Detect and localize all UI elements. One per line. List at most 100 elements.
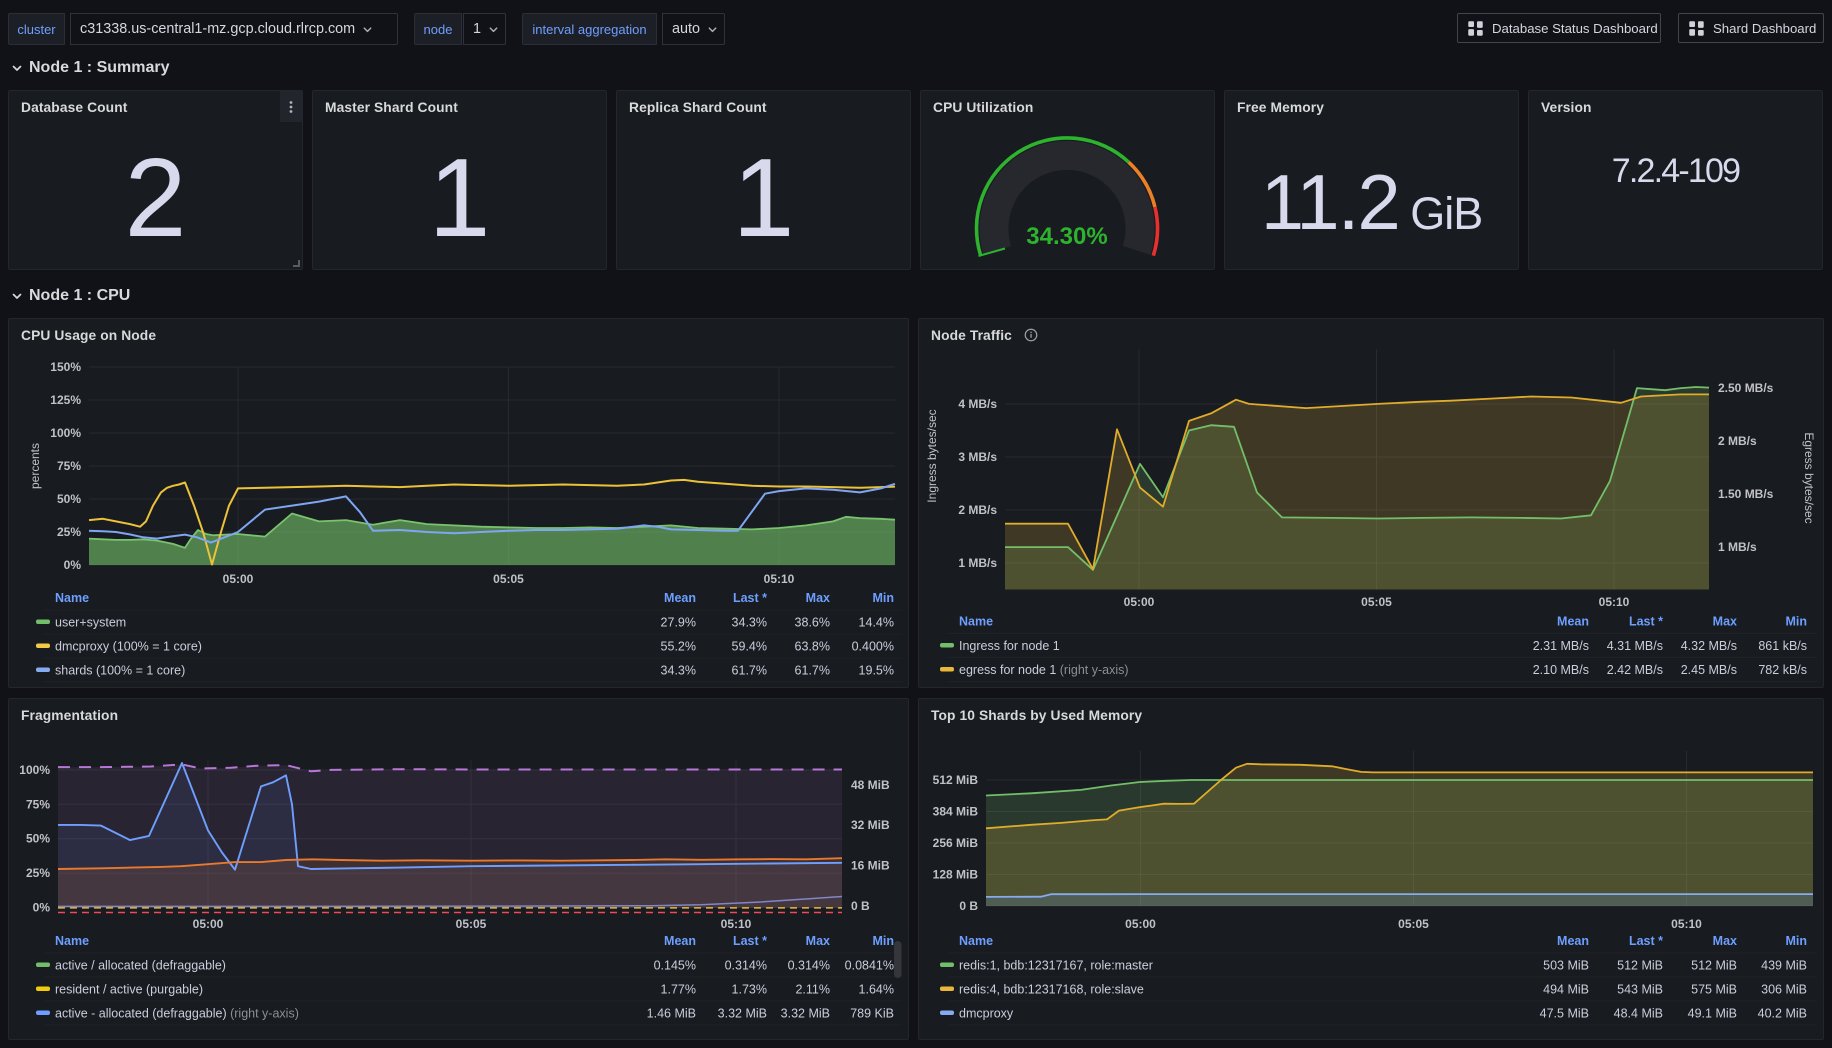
svg-text:0.0841%: 0.0841% <box>845 959 894 973</box>
svg-text:14.4%: 14.4% <box>859 616 894 630</box>
svg-text:61.7%: 61.7% <box>795 664 830 678</box>
svg-text:503 MiB: 503 MiB <box>1543 959 1589 973</box>
svg-text:4.32 MB/s: 4.32 MB/s <box>1681 639 1737 653</box>
svg-text:active - allocated (defraggabl: active - allocated (defraggable) (right … <box>55 1007 299 1021</box>
svg-text:61.7%: 61.7% <box>732 664 767 678</box>
svg-text:Max: Max <box>1713 615 1737 629</box>
svg-text:1.64%: 1.64% <box>859 983 894 997</box>
svg-text:05:00: 05:00 <box>1124 595 1155 609</box>
svg-text:125%: 125% <box>50 393 81 407</box>
svg-text:439 MiB: 439 MiB <box>1761 959 1807 973</box>
svg-text:27.9%: 27.9% <box>661 616 696 630</box>
svg-text:1 MB/s: 1 MB/s <box>958 556 997 570</box>
svg-text:1.73%: 1.73% <box>732 983 767 997</box>
svg-text:dmcproxy (100% = 1 core): dmcproxy (100% = 1 core) <box>55 640 202 654</box>
svg-text:dmcproxy: dmcproxy <box>959 1007 1014 1021</box>
svg-text:75%: 75% <box>26 797 50 811</box>
svg-text:1 MB/s: 1 MB/s <box>1718 540 1757 554</box>
svg-text:05:10: 05:10 <box>721 917 752 931</box>
svg-text:Mean: Mean <box>1557 934 1589 948</box>
svg-text:1.50 MB/s: 1.50 MB/s <box>1718 487 1774 501</box>
svg-text:Mean: Mean <box>664 591 696 605</box>
svg-text:575 MiB: 575 MiB <box>1691 983 1737 997</box>
svg-text:48.4 MiB: 48.4 MiB <box>1614 1007 1663 1021</box>
svg-text:05:05: 05:05 <box>1398 917 1429 931</box>
svg-text:05:00: 05:00 <box>193 917 224 931</box>
svg-text:Mean: Mean <box>1557 615 1589 629</box>
svg-text:percents: percents <box>28 443 42 489</box>
svg-text:150%: 150% <box>50 360 81 374</box>
svg-text:32 MiB: 32 MiB <box>851 818 890 832</box>
svg-text:0.314%: 0.314% <box>725 959 767 973</box>
svg-text:34.3%: 34.3% <box>661 664 696 678</box>
svg-text:782 kB/s: 782 kB/s <box>1758 663 1807 677</box>
svg-text:512 MiB: 512 MiB <box>1617 959 1663 973</box>
svg-text:38.6%: 38.6% <box>795 616 830 630</box>
svg-text:25%: 25% <box>57 525 81 539</box>
svg-text:3 MB/s: 3 MB/s <box>958 450 997 464</box>
svg-text:0.400%: 0.400% <box>852 640 894 654</box>
svg-text:Min: Min <box>1785 934 1807 948</box>
svg-text:34.3%: 34.3% <box>732 616 767 630</box>
svg-text:50%: 50% <box>26 832 50 846</box>
svg-text:05:10: 05:10 <box>764 572 795 586</box>
svg-text:100%: 100% <box>19 763 50 777</box>
svg-text:Mean: Mean <box>664 934 696 948</box>
svg-text:0%: 0% <box>33 901 51 915</box>
svg-text:2.45 MB/s: 2.45 MB/s <box>1681 663 1737 677</box>
svg-text:05:05: 05:05 <box>1361 595 1392 609</box>
svg-text:2 MB/s: 2 MB/s <box>1718 434 1757 448</box>
svg-text:512 MiB: 512 MiB <box>933 773 979 787</box>
svg-text:2.42 MB/s: 2.42 MB/s <box>1607 663 1663 677</box>
svg-text:789 KiB: 789 KiB <box>850 1007 894 1021</box>
svg-text:2.31 MB/s: 2.31 MB/s <box>1533 639 1589 653</box>
svg-text:Name: Name <box>55 934 89 948</box>
svg-text:59.4%: 59.4% <box>732 640 767 654</box>
svg-text:4 MB/s: 4 MB/s <box>958 397 997 411</box>
svg-text:0 B: 0 B <box>959 899 978 913</box>
svg-text:05:10: 05:10 <box>1599 595 1630 609</box>
svg-text:Max: Max <box>806 591 830 605</box>
svg-text:306 MiB: 306 MiB <box>1761 983 1807 997</box>
svg-text:3.32 MiB: 3.32 MiB <box>718 1007 767 1021</box>
svg-text:861 kB/s: 861 kB/s <box>1758 639 1807 653</box>
svg-text:Max: Max <box>1713 934 1737 948</box>
svg-text:2 MB/s: 2 MB/s <box>958 503 997 517</box>
svg-text:128 MiB: 128 MiB <box>933 868 979 882</box>
svg-text:Last *: Last * <box>733 591 767 605</box>
svg-text:shards (100% = 1 core): shards (100% = 1 core) <box>55 664 185 678</box>
svg-text:redis:4, bdb:12317168, role:sl: redis:4, bdb:12317168, role:slave <box>959 983 1144 997</box>
svg-text:19.5%: 19.5% <box>859 664 894 678</box>
svg-text:0.145%: 0.145% <box>654 959 696 973</box>
svg-text:34.30%: 34.30% <box>1026 223 1107 250</box>
svg-text:2.10 MB/s: 2.10 MB/s <box>1533 663 1589 677</box>
svg-text:Last *: Last * <box>1629 615 1663 629</box>
svg-text:49.1 MiB: 49.1 MiB <box>1688 1007 1737 1021</box>
svg-text:47.5 MiB: 47.5 MiB <box>1540 1007 1589 1021</box>
svg-text:Min: Min <box>872 934 894 948</box>
svg-text:63.8%: 63.8% <box>795 640 830 654</box>
svg-text:512 MiB: 512 MiB <box>1691 959 1737 973</box>
svg-text:16 MiB: 16 MiB <box>851 859 890 873</box>
svg-text:05:00: 05:00 <box>223 572 254 586</box>
svg-text:75%: 75% <box>57 459 81 473</box>
svg-text:3.32 MiB: 3.32 MiB <box>781 1007 830 1021</box>
svg-text:256 MiB: 256 MiB <box>933 836 979 850</box>
svg-text:55.2%: 55.2% <box>661 640 696 654</box>
svg-text:Name: Name <box>959 615 993 629</box>
svg-text:1.77%: 1.77% <box>661 983 696 997</box>
svg-text:Ingress for node 1: Ingress for node 1 <box>959 639 1060 653</box>
svg-text:543 MiB: 543 MiB <box>1617 983 1663 997</box>
svg-text:egress for node 1 (right y-axi: egress for node 1 (right y-axis) <box>959 663 1129 677</box>
svg-text:4.31 MB/s: 4.31 MB/s <box>1607 639 1663 653</box>
svg-text:48 MiB: 48 MiB <box>851 778 890 792</box>
svg-text:05:10: 05:10 <box>1671 917 1702 931</box>
svg-text:25%: 25% <box>26 866 50 880</box>
svg-text:0.314%: 0.314% <box>788 959 830 973</box>
svg-text:Last *: Last * <box>1629 934 1663 948</box>
svg-text:05:00: 05:00 <box>1125 917 1156 931</box>
svg-text:05:05: 05:05 <box>456 917 487 931</box>
svg-text:Egress bytes/sec: Egress bytes/sec <box>1802 432 1816 523</box>
svg-text:redis:1, bdb:12317167, role:ma: redis:1, bdb:12317167, role:master <box>959 959 1153 973</box>
svg-text:Max: Max <box>806 934 830 948</box>
